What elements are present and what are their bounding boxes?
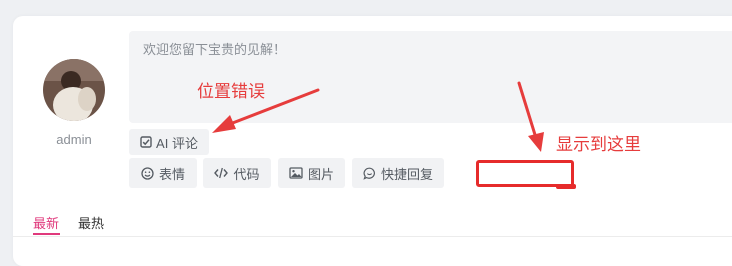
arrow-to-ai-button xyxy=(212,88,320,133)
arrow-to-target-box xyxy=(517,81,544,152)
annotation-target-box xyxy=(476,160,576,189)
tab-latest[interactable]: 最新 xyxy=(33,213,59,232)
annotation-arrows xyxy=(212,81,544,152)
active-tab-underline xyxy=(33,233,60,235)
tabs-divider xyxy=(13,236,732,237)
tab-hot[interactable]: 最热 xyxy=(78,213,104,232)
annotation-box-tail xyxy=(556,184,576,189)
